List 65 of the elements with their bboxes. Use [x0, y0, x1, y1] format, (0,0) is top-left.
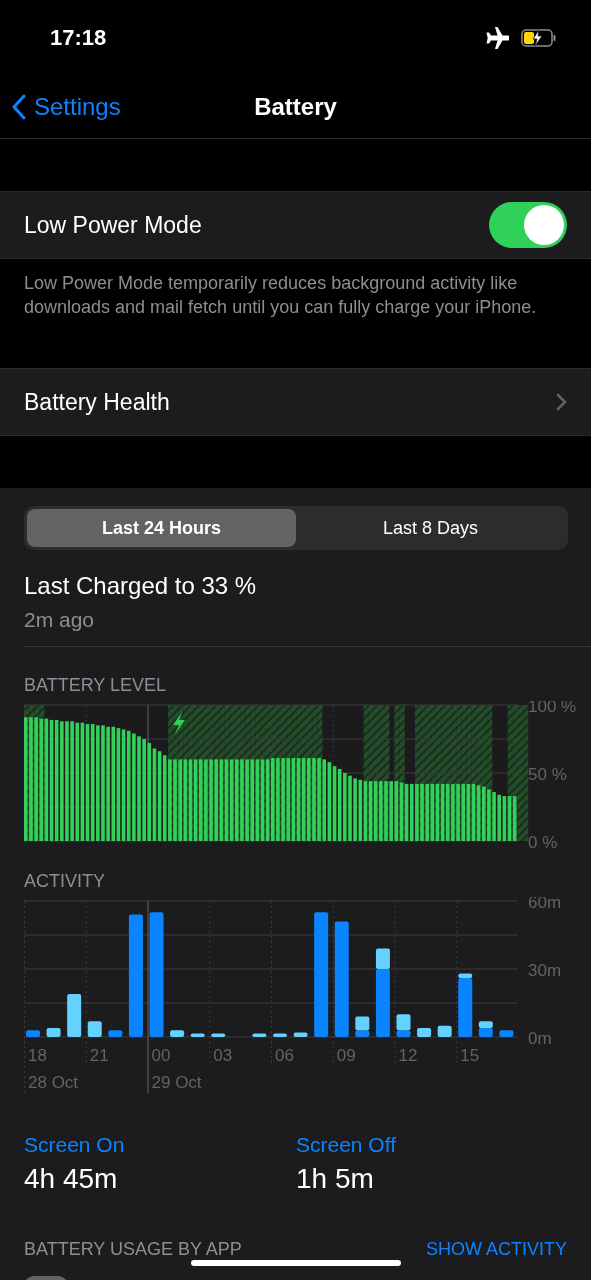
- footer-note: Low Power Mode temporarily reduces background activity like downloads and mail fetch until you can fully charge your iPhone.: [23, 272, 538, 319]
- activity-bar: [458, 973, 473, 1037]
- axis-label: 50 %: [528, 765, 567, 784]
- activity-bar: [108, 1030, 123, 1037]
- charged-time: 2m ago: [24, 608, 96, 632]
- axis-label: 09: [336, 1046, 356, 1065]
- axis-label: 0 %: [528, 833, 558, 851]
- toggle-switch[interactable]: [489, 202, 567, 248]
- row-label: Low Power Mode: [24, 211, 202, 239]
- row-label: Battery Health: [24, 388, 170, 416]
- chevron-right-icon: [556, 393, 567, 411]
- axis-label: 03: [213, 1046, 233, 1065]
- bar: [355, 1030, 370, 1037]
- axis-label: 21: [89, 1046, 109, 1065]
- show-activity-link[interactable]: SHOW ACTIVITY: [426, 1239, 567, 1260]
- stat-value: 4h 45m: [24, 1163, 119, 1195]
- activity-bar: [190, 1033, 205, 1037]
- activity-bar: [273, 1033, 287, 1037]
- section-header: BATTERY LEVEL: [24, 675, 168, 697]
- activity-bar: [396, 1014, 411, 1037]
- chevron-left-icon: [12, 94, 26, 120]
- axis-label: 18: [28, 1046, 47, 1065]
- activity-bar: [355, 1016, 370, 1037]
- activity-bar: [417, 1027, 432, 1037]
- axis-label: 06: [275, 1046, 294, 1065]
- activity-bar: [170, 1030, 185, 1037]
- range-tab[interactable]: Last 24 Hours: [27, 509, 296, 547]
- axis-label: 12: [398, 1046, 418, 1065]
- activity-bar: [437, 1025, 452, 1037]
- activity-bar: [26, 1030, 40, 1037]
- settings-row[interactable]: Battery Health: [0, 368, 591, 436]
- activity-bar: [211, 1033, 226, 1037]
- stat-value: 1h 5m: [296, 1163, 375, 1195]
- activity-bar: [293, 1032, 308, 1037]
- activity-bar: [252, 1033, 267, 1037]
- axis-label: 60m: [528, 897, 562, 912]
- date-label: 28 Oct: [28, 1073, 79, 1092]
- clock: 17:18: [50, 25, 107, 51]
- section-header: ACTIVITY: [24, 871, 106, 893]
- back-link[interactable]: Settings: [0, 93, 121, 121]
- axis-label: 0m: [528, 1029, 552, 1048]
- bar: [396, 1030, 411, 1037]
- activity-bar: [67, 993, 82, 1037]
- activity-bar: [478, 1021, 493, 1037]
- bar: [355, 1016, 370, 1031]
- activity-bar: [87, 1021, 102, 1037]
- bar: [375, 969, 390, 1037]
- axis-label: 30m: [528, 961, 562, 980]
- axis-label: 15: [460, 1046, 480, 1065]
- bar: [478, 1021, 493, 1028]
- bar: [478, 1027, 493, 1037]
- activity-bar: [499, 1030, 514, 1037]
- stat-label: Screen On: [24, 1133, 126, 1157]
- bar: [375, 948, 390, 969]
- last-charged: Last Charged to 33 %: [24, 572, 258, 600]
- range-tab[interactable]: Last 8 Days: [296, 509, 565, 547]
- section-header: BATTERY USAGE BY APP: [24, 1239, 242, 1260]
- bar: [396, 1014, 411, 1031]
- axis-label: 100 %: [528, 701, 577, 716]
- page-title: Battery: [254, 93, 337, 121]
- stat-label: Screen Off: [296, 1133, 397, 1157]
- activity-bar: [46, 1027, 61, 1037]
- date-label: 29 Oct: [151, 1073, 202, 1092]
- axis-label: 00: [151, 1046, 171, 1065]
- back-label: Settings: [34, 93, 121, 121]
